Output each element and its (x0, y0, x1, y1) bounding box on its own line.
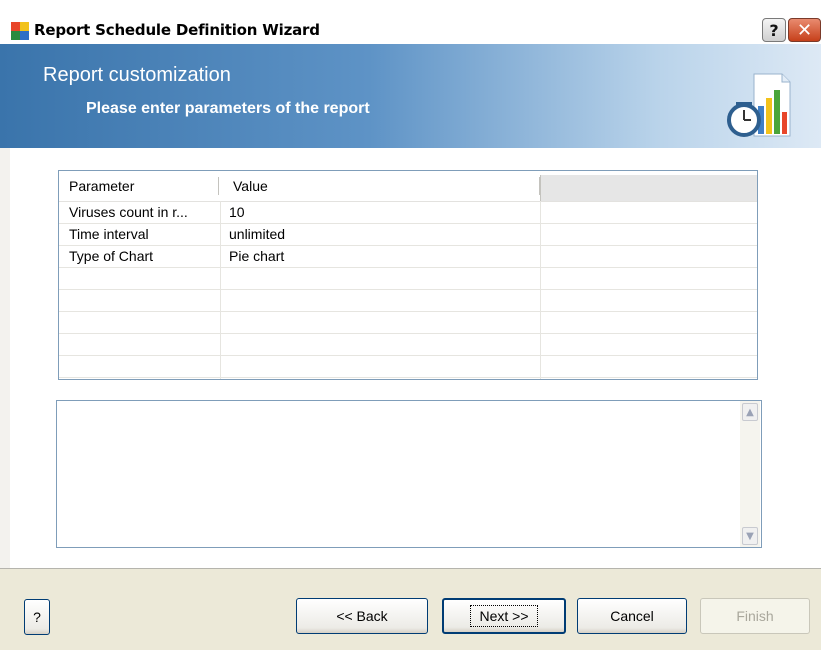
column-header-empty (540, 175, 757, 201)
column-header-value[interactable]: Value (233, 171, 268, 201)
column-separator[interactable] (218, 177, 219, 195)
report-chart-clock-icon (727, 73, 791, 137)
next-button-label: Next >> (470, 605, 538, 627)
wizard-header: Report customization Please enter parame… (0, 44, 821, 148)
table-row-empty (59, 289, 757, 312)
app-icon (11, 22, 29, 40)
table-row-empty (59, 333, 757, 356)
cancel-button[interactable]: Cancel (577, 598, 687, 634)
scroll-up-icon[interactable]: ▲ (742, 403, 758, 421)
page-title: Report customization (43, 64, 231, 86)
close-button[interactable]: ✕ (788, 18, 821, 42)
parameters-grid[interactable]: Parameter Value Viruses count in r... 10… (58, 170, 758, 380)
parameter-cell: Type of Chart (69, 248, 154, 264)
wizard-footer: ? << Back Next >> Cancel Finish (0, 568, 821, 650)
table-row[interactable]: Time interval unlimited (59, 223, 757, 246)
back-button[interactable]: << Back (296, 598, 428, 634)
window-title: Report Schedule Definition Wizard (34, 21, 320, 39)
table-row[interactable]: Type of Chart Pie chart (59, 245, 757, 268)
value-cell[interactable]: unlimited (229, 223, 529, 245)
grid-header: Parameter Value (59, 171, 757, 202)
value-cell[interactable]: 10 (229, 201, 529, 223)
page-subtitle: Please enter parameters of the report (86, 100, 370, 117)
vertical-scrollbar[interactable]: ▲ ▼ (740, 401, 760, 547)
next-button[interactable]: Next >> (442, 598, 566, 634)
parameter-cell: Time interval (69, 226, 149, 242)
table-row[interactable]: Viruses count in r... 10 (59, 201, 757, 224)
scroll-down-icon[interactable]: ▼ (742, 527, 758, 545)
column-header-parameter[interactable]: Parameter (69, 171, 134, 201)
help-title-button[interactable]: ? (762, 18, 786, 42)
parameter-description-box[interactable]: ▲ ▼ (56, 400, 762, 548)
table-row-empty (59, 355, 757, 378)
title-bar: Report Schedule Definition Wizard ? ✕ (0, 0, 821, 44)
table-row-empty (59, 311, 757, 334)
table-row-empty (59, 267, 757, 290)
parameter-cell: Viruses count in r... (69, 204, 188, 220)
value-cell[interactable]: Pie chart (229, 245, 529, 267)
help-button[interactable]: ? (24, 599, 50, 635)
finish-button[interactable]: Finish (700, 598, 810, 634)
